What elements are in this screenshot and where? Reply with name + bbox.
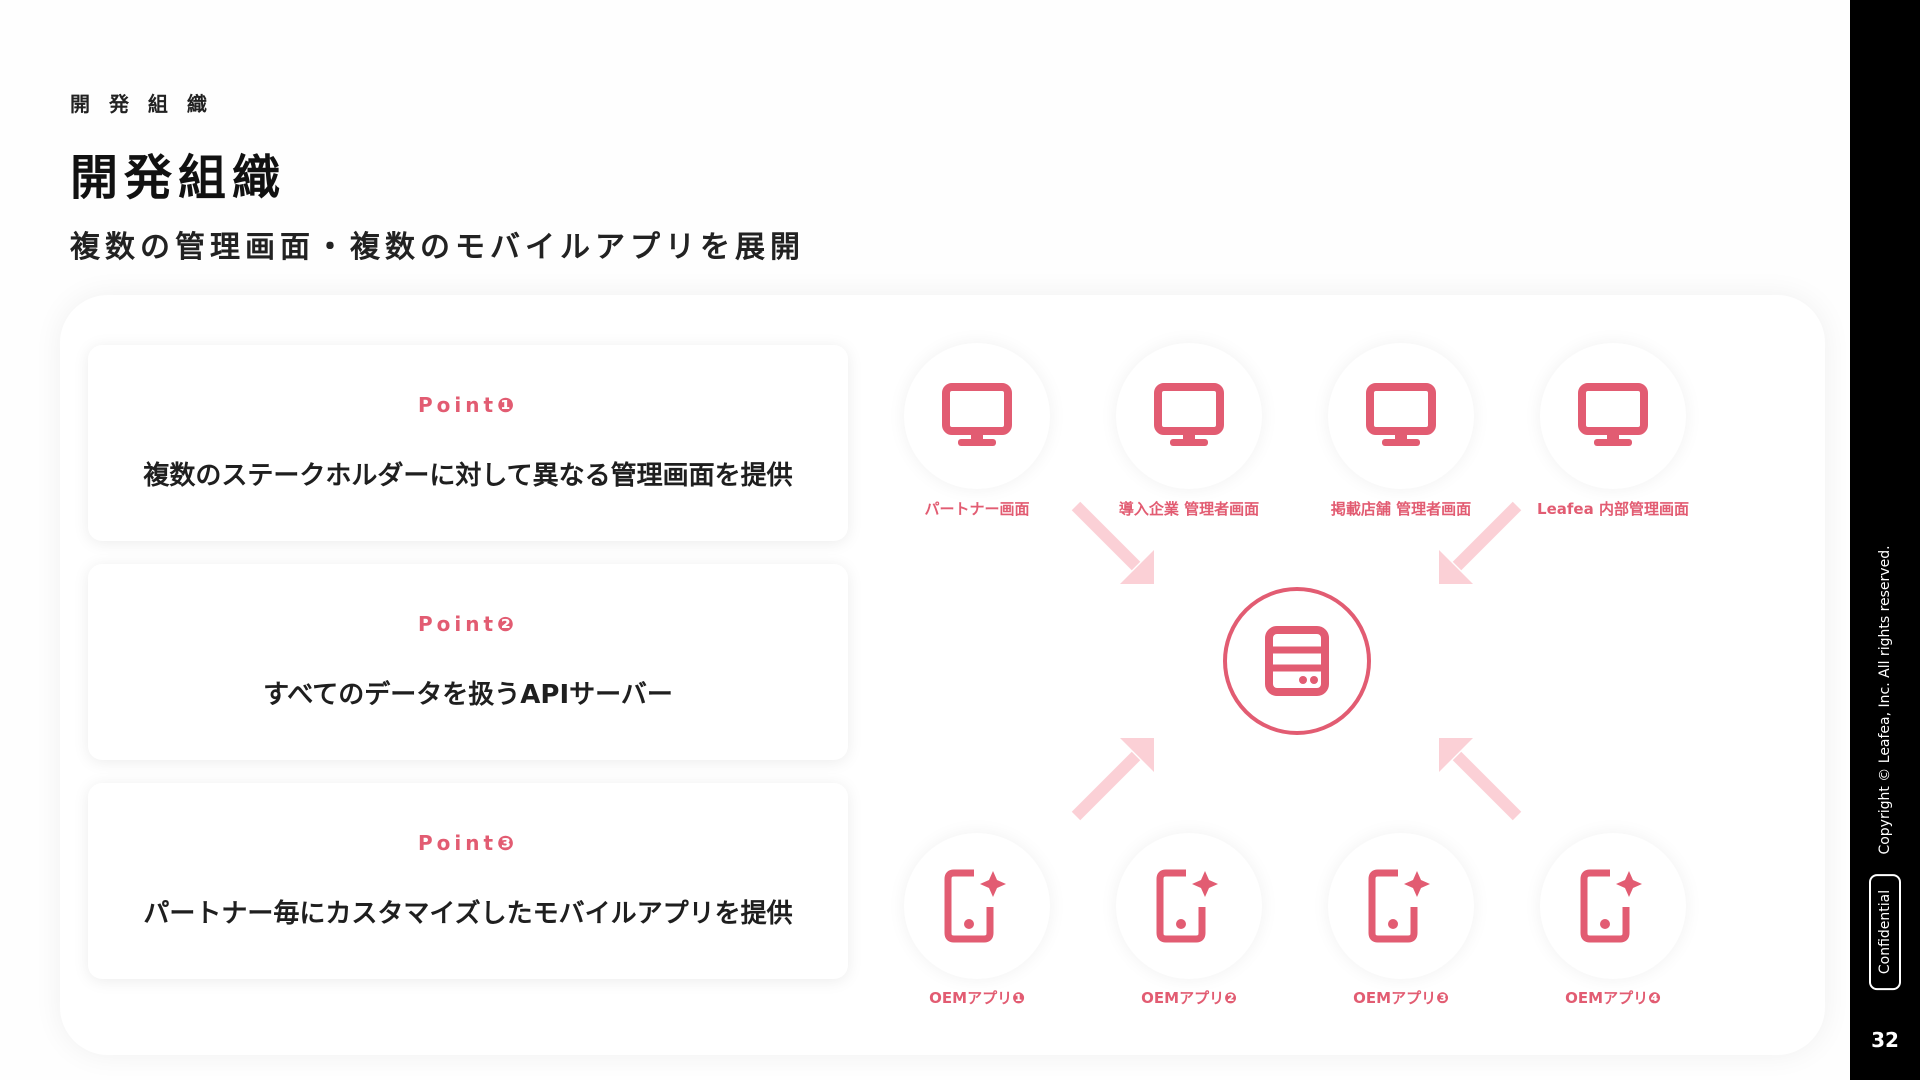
arrow-down-left-icon bbox=[1439, 501, 1522, 584]
content-panel: Point❶ 複数のステークホルダーに対して異なる管理画面を提供 Point❷ … bbox=[60, 295, 1825, 1055]
api-server-node bbox=[1223, 587, 1371, 735]
admin-screen-node-store bbox=[1328, 343, 1474, 489]
page-number: 32 bbox=[1871, 1028, 1899, 1052]
admin-screen-node-client bbox=[1116, 343, 1262, 489]
slide: 開 発 組 織 開発組織 複数の管理画面・複数のモバイルアプリを展開 Point… bbox=[0, 0, 1850, 1080]
page-title: 開発組織 bbox=[70, 150, 287, 206]
copyright-text: Copyright © Leafea, Inc. All rights rese… bbox=[1877, 545, 1893, 855]
admin-screen-label: Leafea 内部管理画面 bbox=[1537, 500, 1689, 518]
point-text: 複数のステークホルダーに対して異なる管理画面を提供 bbox=[143, 461, 793, 491]
smartphone-sparkle-icon bbox=[1368, 869, 1430, 943]
server-icon bbox=[1265, 626, 1329, 696]
point-text: すべてのデータを扱うAPIサーバー bbox=[263, 680, 673, 710]
smartphone-sparkle-icon bbox=[944, 869, 1006, 943]
arrow-up-right-icon bbox=[1071, 738, 1154, 821]
point-label: Point❶ bbox=[418, 393, 518, 417]
oem-app-node-3 bbox=[1328, 833, 1474, 979]
admin-screen-node-partner bbox=[904, 343, 1050, 489]
point-card-2: Point❷ すべてのデータを扱うAPIサーバー bbox=[88, 564, 848, 760]
oem-app-label: OEMアプリ❹ bbox=[1565, 989, 1661, 1007]
oem-app-label: OEMアプリ❶ bbox=[929, 989, 1025, 1007]
oem-app-node-2 bbox=[1116, 833, 1262, 979]
monitor-icon bbox=[1366, 383, 1436, 446]
point-label: Point❸ bbox=[418, 831, 518, 855]
oem-app-label: OEMアプリ❷ bbox=[1141, 989, 1237, 1007]
smartphone-sparkle-icon bbox=[1580, 869, 1642, 943]
confidential-badge: Confidential bbox=[1869, 873, 1901, 991]
sidebar: Copyright © Leafea, Inc. All rights rese… bbox=[1850, 0, 1920, 1080]
point-card-3: Point❸ パートナー毎にカスタマイズしたモバイルアプリを提供 bbox=[88, 783, 848, 979]
arrow-up-left-icon bbox=[1439, 738, 1522, 821]
monitor-icon bbox=[942, 383, 1012, 446]
oem-app-node-4 bbox=[1540, 833, 1686, 979]
oem-app-label: OEMアプリ❸ bbox=[1353, 989, 1449, 1007]
oem-app-node-1 bbox=[904, 833, 1050, 979]
arrow-down-right-icon bbox=[1071, 501, 1154, 584]
monitor-icon bbox=[1578, 383, 1648, 446]
admin-screen-node-internal bbox=[1540, 343, 1686, 489]
point-text: パートナー毎にカスタマイズしたモバイルアプリを提供 bbox=[143, 899, 793, 929]
section-eyebrow: 開 発 組 織 bbox=[70, 92, 213, 116]
monitor-icon bbox=[1154, 383, 1224, 446]
admin-screen-label: パートナー画面 bbox=[924, 500, 1030, 518]
point-label: Point❷ bbox=[418, 612, 518, 636]
point-card-1: Point❶ 複数のステークホルダーに対して異なる管理画面を提供 bbox=[88, 345, 848, 541]
page-subtitle: 複数の管理画面・複数のモバイルアプリを展開 bbox=[70, 230, 805, 265]
smartphone-sparkle-icon bbox=[1156, 869, 1218, 943]
